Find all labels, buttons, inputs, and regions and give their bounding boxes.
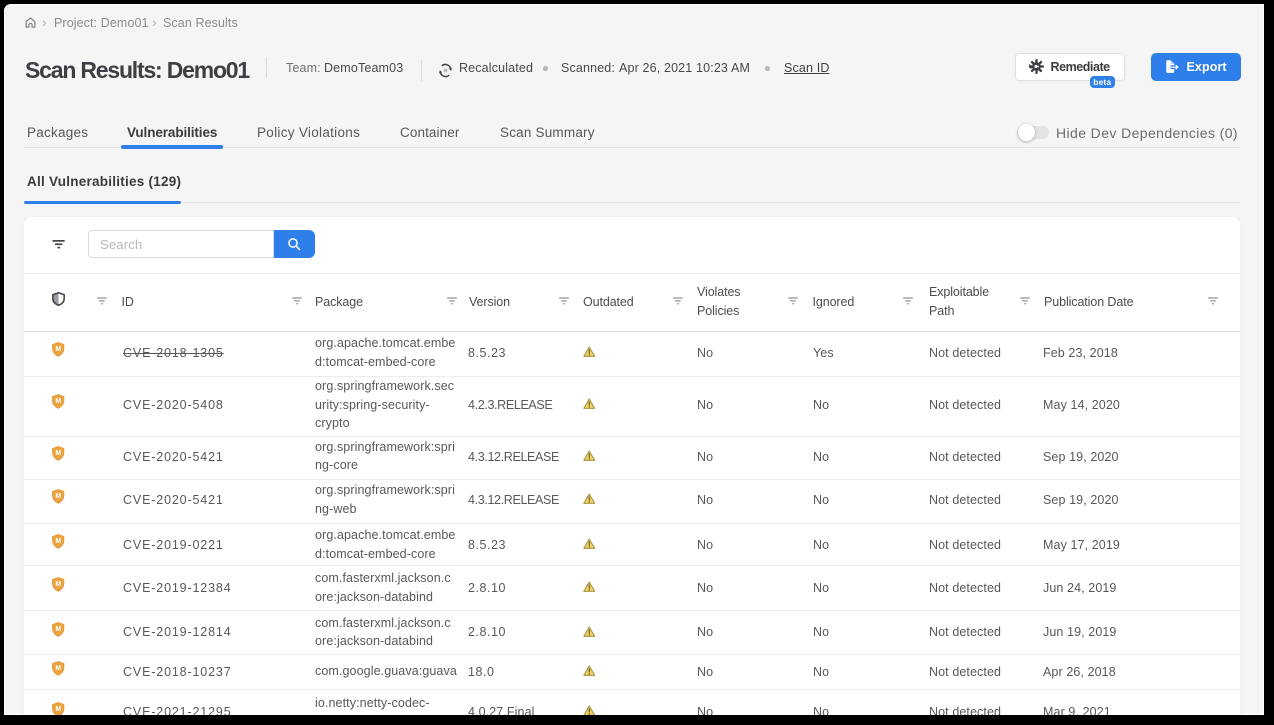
- svg-text:M: M: [56, 538, 62, 545]
- svg-text:M: M: [56, 665, 62, 672]
- svg-text:M: M: [56, 398, 62, 405]
- svg-text:M: M: [56, 581, 62, 588]
- svg-text:M: M: [56, 450, 62, 457]
- svg-text:M: M: [56, 346, 62, 353]
- svg-text:M: M: [56, 626, 62, 633]
- svg-text:M: M: [56, 493, 62, 500]
- svg-text:M: M: [56, 705, 62, 712]
